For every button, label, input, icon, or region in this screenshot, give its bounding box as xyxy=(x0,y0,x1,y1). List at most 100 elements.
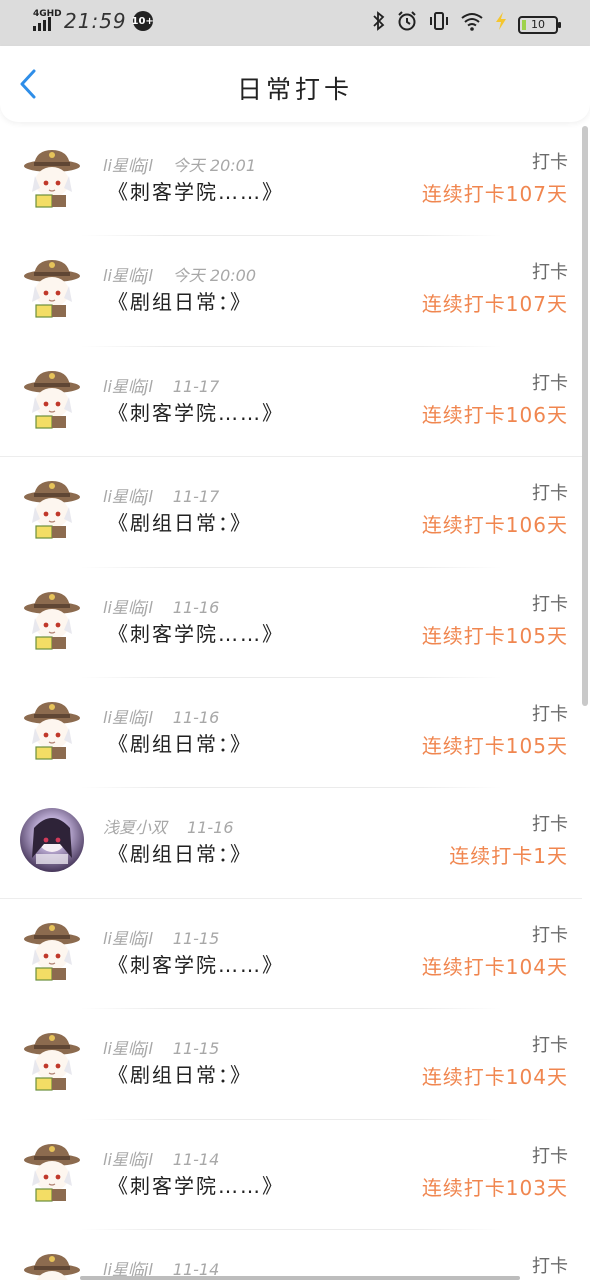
checkin-list: li星临jl 今天 20:01 《刺客学院……》 打卡 连续打卡107天 li星临jl 今天… xyxy=(0,126,582,1280)
clock: 21:59 xyxy=(64,9,127,33)
checkin-content[interactable]: 《刺客学院……》 xyxy=(108,176,284,205)
timestamp: 今天 20:01 xyxy=(172,156,256,175)
cartoon-hat-avatar[interactable] xyxy=(20,1140,84,1204)
username[interactable]: li星临jl xyxy=(103,262,153,286)
checkin-content[interactable]: 《刺客学院……》 xyxy=(108,949,284,978)
checkin-action-label: 打卡 xyxy=(532,372,568,394)
battery-level: 10 xyxy=(531,18,545,31)
checkin-action-label: 打卡 xyxy=(532,703,568,725)
checkin-action-label: 打卡 xyxy=(532,593,568,615)
timestamp: 11-17 xyxy=(172,487,220,507)
notification-badge: 10+ xyxy=(132,11,154,31)
username[interactable]: li星临jl xyxy=(103,704,153,728)
streak-label: 连续打卡105天 xyxy=(421,733,568,758)
item-meta: li星临jl 11-17 xyxy=(103,483,219,507)
username[interactable]: li星临jl xyxy=(103,1035,153,1059)
header: 日常打卡 xyxy=(0,46,590,122)
username[interactable]: li星临jl xyxy=(103,925,153,949)
battery-icon: 10 xyxy=(518,15,561,34)
checkin-content[interactable]: 《刺客学院……》 xyxy=(108,618,284,647)
page-title: 日常打卡 xyxy=(236,75,353,104)
checkin-action-label: 打卡 xyxy=(532,1035,568,1057)
status-right: 10 xyxy=(372,10,561,39)
bluetooth-icon xyxy=(372,11,386,38)
wifi-icon xyxy=(460,11,484,38)
username[interactable]: li星临jl xyxy=(103,1146,153,1170)
list-item[interactable]: 浅夏小双 11-16 《剧组日常：》 打卡连续打卡1天 xyxy=(0,788,582,899)
streak-label: 连续打卡104天 xyxy=(421,1065,568,1090)
scrollbar[interactable] xyxy=(582,126,588,706)
timestamp: 11-16 xyxy=(187,818,234,838)
timestamp: 11-16 xyxy=(172,707,220,727)
vibrate-icon xyxy=(428,10,450,39)
item-meta: li星临jl 11-15 xyxy=(103,1035,219,1059)
item-meta: li星临jl 今天 20:01 xyxy=(103,152,256,176)
cartoon-hat-avatar[interactable] xyxy=(20,1250,84,1280)
checkin-content[interactable]: 《剧组日常：》 xyxy=(108,838,252,867)
status-bar: 4GHD 21:59 10+ 10 xyxy=(0,0,590,46)
timestamp: 11-16 xyxy=(172,597,220,617)
list-item[interactable]: li星临jl 11-14 打卡 xyxy=(0,1230,582,1280)
cartoon-hat-avatar[interactable] xyxy=(20,588,84,652)
bottom-indicator xyxy=(80,1276,520,1280)
streak-label: 连续打卡105天 xyxy=(421,623,568,648)
list-item[interactable]: li星临jl 11-17 《刺客学院……》 打卡连续打卡106天 xyxy=(0,347,582,458)
alarm-icon xyxy=(396,10,418,39)
timestamp: 11-17 xyxy=(172,376,220,396)
anime-girl-avatar[interactable] xyxy=(20,808,84,873)
list-item[interactable]: li星临jl 今天 20:01 《刺客学院……》 打卡 连续打卡107天 xyxy=(0,126,582,237)
checkin-action-label: 打卡 xyxy=(532,924,568,946)
username[interactable]: li星临jl xyxy=(103,483,153,507)
checkin-action-label: 打卡 xyxy=(532,1255,568,1277)
username[interactable]: li星临jl xyxy=(103,152,153,176)
username[interactable]: li星临jl xyxy=(103,594,153,618)
cartoon-hat-avatar[interactable] xyxy=(20,367,84,431)
item-meta: 浅夏小双 11-16 xyxy=(103,814,234,838)
checkin-content[interactable]: 《刺客学院……》 xyxy=(108,397,284,426)
timestamp: 11-15 xyxy=(172,928,220,948)
checkin-action-label: 打卡 xyxy=(532,262,568,284)
charging-icon xyxy=(494,11,508,38)
list-item[interactable]: li星临jl 11-17 《剧组日常：》 打卡连续打卡106天 xyxy=(0,457,582,568)
cartoon-hat-avatar[interactable] xyxy=(20,698,84,762)
checkin-content[interactable]: 《刺客学院……》 xyxy=(108,1170,284,1199)
timestamp: 今天 20:00 xyxy=(172,266,256,286)
cartoon-hat-avatar[interactable] xyxy=(20,256,84,320)
streak-label: 连续打卡104天 xyxy=(421,954,568,979)
list-item[interactable]: li星临jl 11-16 《剧组日常：》 打卡连续打卡105天 xyxy=(0,678,582,789)
cartoon-hat-avatar[interactable] xyxy=(20,1029,84,1093)
item-meta: li星临jl 11-14 xyxy=(103,1146,219,1170)
item-meta: li星临jl 11-16 xyxy=(103,594,219,618)
checkin-content[interactable]: 《剧组日常：》 xyxy=(108,728,252,757)
checkin-content[interactable]: 《剧组日常：》 xyxy=(108,1059,252,1088)
item-meta: li星临jl 今天 20:00 xyxy=(103,262,256,286)
streak-label: 连续打卡106天 xyxy=(421,513,568,538)
list-item[interactable]: li星临jl 11-15 《刺客学院……》 打卡连续打卡104天 xyxy=(0,899,582,1010)
streak-label: 连续打卡106天 xyxy=(421,402,568,427)
streak-label: 连续打卡1天 xyxy=(449,844,568,869)
item-meta: li星临jl 11-17 xyxy=(103,373,219,397)
signal-icon: 4GHD xyxy=(30,9,62,33)
list-item[interactable]: li星临jl 今天 20:00 《剧组日常：》 打卡连续打卡107天 xyxy=(0,236,582,347)
list-item[interactable]: li星临jl 11-14 《刺客学院……》 打卡连续打卡103天 xyxy=(0,1120,582,1230)
username[interactable]: li星临jl xyxy=(103,373,153,397)
streak-label: 连续打卡107天 xyxy=(421,292,568,317)
checkin-action-label: 打卡 xyxy=(532,1145,568,1167)
username[interactable]: 浅夏小双 xyxy=(103,814,167,838)
checkin-content[interactable]: 《剧组日常：》 xyxy=(108,507,252,536)
checkin-content[interactable]: 《剧组日常：》 xyxy=(108,286,252,315)
timestamp: 11-14 xyxy=(172,1149,220,1169)
streak-label: 连续打卡103天 xyxy=(421,1175,568,1200)
item-meta: li星临jl 11-16 xyxy=(103,704,219,728)
status-left: 4GHD 21:59 10+ xyxy=(30,9,154,33)
cartoon-hat-avatar[interactable] xyxy=(20,919,84,983)
list-item[interactable]: li星临jl 11-16 《刺客学院……》 打卡连续打卡105天 xyxy=(0,568,582,678)
checkin-action-label: 打卡 xyxy=(532,814,568,836)
cartoon-hat-avatar[interactable] xyxy=(20,146,84,210)
checkin-action-label: 打卡 xyxy=(532,483,568,505)
list-item[interactable]: li星临jl 11-15 《剧组日常：》 打卡连续打卡104天 xyxy=(0,1009,582,1120)
item-meta: li星临jl 11-15 xyxy=(103,925,219,949)
streak-label: 连续打卡107天 xyxy=(421,182,568,206)
timestamp: 11-15 xyxy=(172,1039,220,1059)
cartoon-hat-avatar[interactable] xyxy=(20,477,84,541)
